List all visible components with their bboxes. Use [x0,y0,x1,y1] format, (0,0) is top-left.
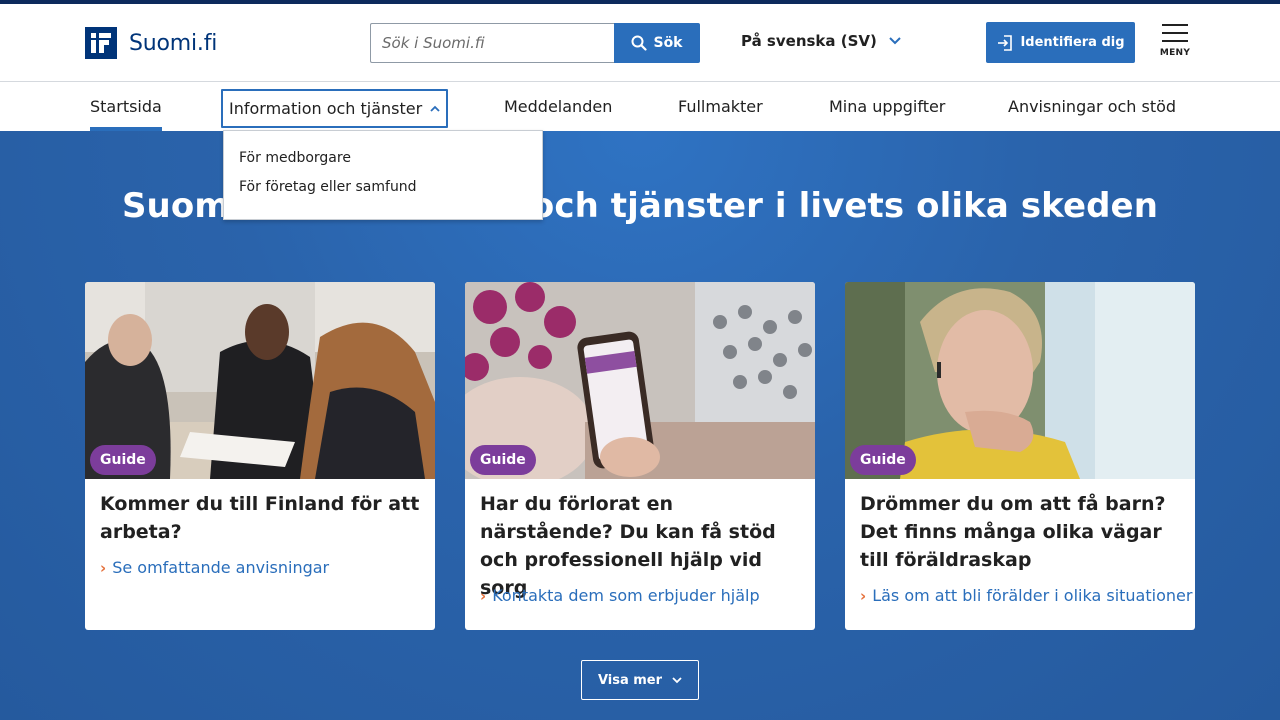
language-label: På svenska (SV) [741,32,877,50]
hero-title: Suomi.fi information och tjänster i live… [121,186,1159,226]
nav-item-meddelanden[interactable]: Meddelanden [504,82,612,131]
language-selector[interactable]: På svenska (SV) [741,32,901,50]
identify-button[interactable]: Identifiera dig [986,22,1135,63]
search-button-label: Sök [653,35,683,51]
show-more-label: Visa mer [597,672,663,688]
nav-item-mina-uppgifter[interactable]: Mina uppgifter [829,82,945,131]
menu-button[interactable]: MENY [1160,24,1190,64]
suomi-logo[interactable]: Suomi.fi [85,27,217,59]
card-link-label: Kontakta dem som erbjuder hjälp [492,586,760,605]
nav-item-label: Mina uppgifter [829,97,946,116]
chevron-up-icon [430,105,440,112]
guide-badge: Guide [90,445,156,475]
chevron-right-icon: › [860,586,867,605]
menu-label: MENY [1159,48,1191,58]
nav-item-label: Meddelanden [504,97,613,116]
show-more-button[interactable]: Visa mer [581,660,699,700]
chevron-right-icon: › [480,586,487,605]
logo-text: Suomi.fi [129,30,218,56]
search-icon [631,35,648,51]
nav-item-anvisningar[interactable]: Anvisningar och stöd [1008,82,1176,131]
nav-item-label: Anvisningar och stöd [1008,97,1177,116]
dropdown-item-foretag[interactable]: För företag eller samfund [239,179,417,195]
chevron-down-icon [889,37,901,45]
card-link-label: Läs om att bli förälder i olika situatio… [872,586,1193,605]
chevron-down-icon [672,676,682,683]
card-link[interactable]: › Kontakta dem som erbjuder hjälp [480,586,760,605]
guide-badge: Guide [470,445,536,475]
guide-card[interactable]: Guide Har du förlorat en närstående? Du … [465,282,815,630]
card-link[interactable]: › Läs om att bli förälder i olika situat… [860,586,1192,605]
card-link-label: Se omfattande anvisningar [112,558,330,577]
suomi-logo-mark-icon [85,27,117,59]
card-link[interactable]: › Se omfattande anvisningar [100,558,329,577]
guide-card[interactable]: Guide Kommer du till Finland för att arb… [85,282,435,630]
search-button[interactable]: Sök [614,23,700,63]
search-form: Sök [370,23,700,63]
dropdown-item-medborgare[interactable]: För medborgare [239,150,351,166]
hamburger-icon [1162,24,1188,42]
hero-section: Suomi.fi information och tjänster i live… [0,131,1280,720]
nav-item-information[interactable]: Information och tjänster [221,89,449,128]
nav-item-label: Startsida [90,97,162,116]
nav-item-startsida[interactable]: Startsida [90,82,162,131]
identify-button-label: Identifiera dig [1020,35,1125,50]
search-input[interactable] [370,23,614,63]
nav-item-label: Information och tjänster [229,99,423,118]
nav-dropdown-menu: För medborgare För företag eller samfund [223,130,543,220]
guide-card[interactable]: Guide Drömmer du om att få barn? Det fin… [845,282,1195,630]
nav-item-label: Fullmakter [678,97,763,116]
login-icon [998,34,1013,51]
card-title: Kommer du till Finland för att arbeta? [100,493,420,543]
chevron-right-icon: › [100,558,107,577]
nav-item-fullmakter[interactable]: Fullmakter [678,82,763,131]
guide-badge: Guide [850,445,916,475]
card-title: Drömmer du om att få barn? Det finns mån… [860,493,1166,571]
main-nav: Startsida Information och tjänster Medde… [0,82,1280,131]
site-header: Suomi.fi Sök På svenska (SV) Identifiera… [0,4,1280,82]
